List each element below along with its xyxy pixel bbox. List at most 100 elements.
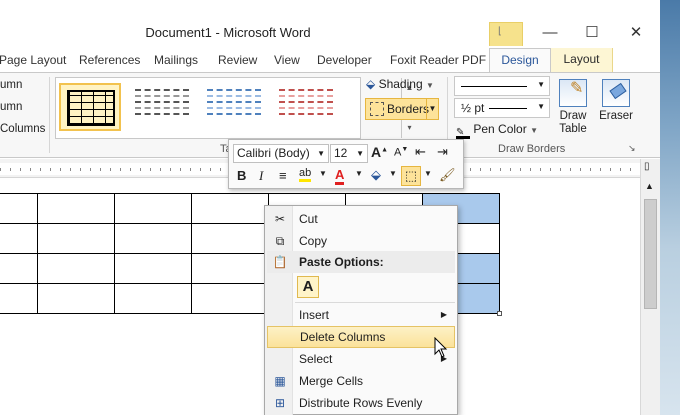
ribbon-option-3[interactable]: Columns [0,123,45,135]
menu-item-insert[interactable]: Insert ▶ [267,304,455,326]
chevron-down-icon: ▼ [537,80,545,89]
ribbon-tabs: Page Layout References Mailings Review V… [0,46,660,73]
vertical-scrollbar[interactable]: ▯ ▲ [640,159,660,415]
chevron-down-icon: ▼ [425,81,434,90]
tab-layout[interactable]: Layout [551,48,613,72]
table-styles-gallery: ▲ ▼ ▾ [55,77,413,139]
menu-item-copy[interactable]: ⧉ Copy [267,230,455,252]
shading-label: Shading [378,77,423,91]
borders-label: Borders [387,102,430,116]
font-size-value: 12 [334,146,348,160]
table-style-red[interactable] [275,83,337,131]
paint-bucket-icon: ⬙ [366,77,376,91]
format-painter-icon[interactable]: 🖌 [439,167,456,183]
eraser-icon [602,79,630,107]
line-style-dropdown[interactable]: ▼ [454,76,550,96]
merge-cells-icon: ▦ [274,374,286,388]
ruler-toggle-icon[interactable]: ▯ [644,161,650,172]
tab-developer[interactable]: Developer [317,53,372,67]
dialog-launcher-icon[interactable]: ↘ [628,143,636,154]
shrink-font-icon[interactable]: A▼ [394,146,408,159]
shading-icon[interactable]: ⬙ [371,167,381,183]
minimize-button[interactable]: — [532,20,568,46]
menu-header-paste-options: 📋 Paste Options: [267,251,455,273]
scissors-icon: ✂ [274,212,286,226]
scroll-up-icon[interactable]: ▲ [645,181,654,191]
ribbon-option-2[interactable]: umn [0,101,22,113]
table-resize-handle[interactable] [497,311,502,316]
menu-item-cut[interactable]: ✂ Cut [267,208,455,230]
menu-item-label: Copy [299,234,328,248]
menu-item-label: Select [299,352,333,366]
grow-font-icon[interactable]: A▲ [371,144,388,160]
borders-dropdown-icon[interactable]: ▼ [426,99,438,119]
ribbon-option-1[interactable]: umn [0,79,22,91]
chevron-down-icon[interactable]: ▼ [319,169,327,178]
menu-separator [295,302,455,303]
italic-button[interactable]: I [259,168,263,184]
increase-indent-icon[interactable]: ⇥ [437,144,448,160]
table-style-blue[interactable] [203,83,265,131]
chevron-down-icon: ▼ [537,102,545,111]
scrollbar-thumb[interactable] [644,199,657,309]
line-weight-dropdown[interactable]: ½ pt ▼ [454,98,550,118]
bold-button[interactable]: B [237,168,246,183]
center-align-icon[interactable]: ≡ [279,168,287,183]
pen-icon: ✎ [456,127,470,139]
menu-item-label: Delete Columns [300,330,386,344]
shading-button[interactable]: ⬙ Shading ▼ [366,77,434,91]
borders-button[interactable]: Borders ▼ [365,98,439,120]
menu-item-label: Distribute Rows Evenly [299,396,423,410]
maximize-button[interactable]: ☐ [574,20,610,46]
menu-item-select[interactable]: Select ▶ [267,348,455,370]
submenu-arrow-icon: ▶ [440,310,447,319]
pen-color-button[interactable]: ✎ Pen Color ▼ [456,122,538,139]
mouse-cursor-icon [434,337,448,358]
font-name-box[interactable]: Calibri (Body) ▼ [233,144,329,163]
draw-table-icon: ✎ [559,79,587,107]
chevron-down-icon: ▼ [530,126,538,135]
copy-icon: ⧉ [275,234,285,248]
context-menu: ✂ Cut ⧉ Copy 📋 Paste Options: A Insert ▶ Del… [264,205,458,415]
table-style-grid-selected[interactable] [59,83,121,131]
menu-item-delete-columns[interactable]: Delete Columns [267,326,455,348]
tab-foxit-reader-pdf[interactable]: Foxit Reader PDF [390,53,486,67]
tab-review[interactable]: Review [218,53,257,67]
window-title: Document1 - Microsoft Word [145,25,311,40]
chevron-down-icon[interactable]: ▼ [355,169,363,178]
draw-table-label: Draw Table [559,110,587,135]
tab-references[interactable]: References [79,53,140,67]
tab-design[interactable]: Design [489,48,551,73]
gallery-more-icon[interactable]: ▾ [401,118,417,138]
tab-mailings[interactable]: Mailings [154,53,198,67]
line-weight-preview [489,108,527,109]
decrease-indent-icon[interactable]: ⇤ [415,144,426,160]
draw-table-button[interactable]: ✎ Draw Table [552,79,594,136]
table-tools-icon: ⌊ [498,26,502,37]
chevron-down-icon[interactable]: ▼ [424,169,432,178]
tab-view[interactable]: View [274,53,300,67]
group-divider [49,77,50,153]
borders-icon [370,102,384,116]
font-name-value: Calibri (Body) [237,146,310,160]
close-button[interactable]: ✕ [618,20,654,46]
paste-keep-text-only-button[interactable]: A [297,276,319,298]
menu-item-distribute-rows[interactable]: ⊞ Distribute Rows Evenly [267,392,455,414]
table-style-gray[interactable] [131,83,193,131]
font-color-icon[interactable]: A [335,167,345,185]
title-bar: Document1 - Microsoft Word ⌊ — ☐ ✕ [0,0,660,46]
mini-toolbar: Calibri (Body) ▼ 12 ▼ A▲ A▼ ⇤ ⇥ B I ≡ ab ▼… [228,139,464,189]
menu-item-label: Merge Cells [299,374,364,388]
eraser-label: Eraser [599,110,633,122]
highlight-icon[interactable]: ab [299,167,312,182]
chevron-down-icon[interactable]: ▼ [389,169,397,178]
line-weight-value: ½ pt [461,101,485,115]
table-tools-indicator: ⌊ [489,22,523,46]
distribute-rows-icon: ⊞ [274,396,286,410]
font-size-box[interactable]: 12 ▼ [330,144,368,163]
borders-icon[interactable]: ⬚ [401,166,421,186]
eraser-button[interactable]: Eraser [595,79,637,123]
tab-page-layout[interactable]: Page Layout [0,53,66,67]
menu-item-merge-cells[interactable]: ▦ Merge Cells [267,370,455,392]
group-label-draw-borders: Draw Borders [498,143,566,155]
